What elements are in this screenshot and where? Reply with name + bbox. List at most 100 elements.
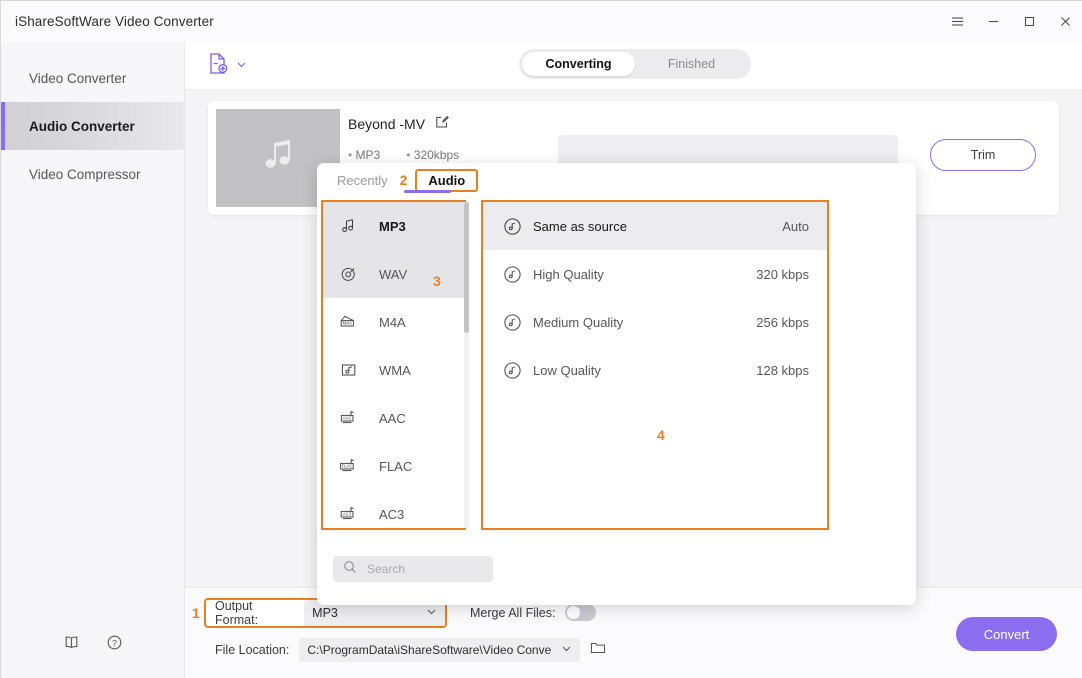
maximize-button[interactable]: [1011, 1, 1047, 42]
format-label: AAC: [379, 410, 406, 426]
help-icon[interactable]: ?: [106, 634, 123, 656]
add-file-icon: [208, 52, 229, 80]
quality-label: Same as source: [533, 218, 627, 234]
meta-format: MP3: [348, 148, 381, 162]
convert-button[interactable]: Convert: [956, 617, 1057, 651]
format-label: M4A: [379, 314, 406, 330]
format-item-aac[interactable]: AAC AAC: [323, 394, 464, 442]
svg-text:?: ?: [112, 638, 117, 648]
format-label: AC3: [379, 506, 405, 522]
quality-panel: Same as source Auto High Quality 320 kbp…: [481, 200, 829, 530]
tab-converting[interactable]: Converting: [522, 52, 635, 76]
quality-rate: Auto: [782, 218, 809, 234]
marker-2: 2: [399, 172, 408, 188]
popup-tab-recently[interactable]: Recently: [333, 171, 392, 190]
ac3-icon: AC3: [337, 504, 361, 524]
music-note-icon: [255, 133, 301, 184]
quality-radio-icon: [497, 265, 527, 284]
chevron-down-icon: [426, 606, 437, 620]
format-search[interactable]: [333, 556, 493, 582]
wav-disc-icon: [337, 264, 361, 284]
quality-item-same-as-source[interactable]: Same as source Auto: [483, 202, 827, 250]
quality-label: High Quality: [533, 266, 604, 282]
add-file-button[interactable]: [208, 52, 247, 80]
quality-rate: 320 kbps: [756, 266, 809, 282]
file-name-row: Beyond -MV: [348, 115, 449, 132]
merge-label: Merge All Files:: [470, 605, 556, 620]
sidebar-item-label: Video Compressor: [29, 166, 141, 182]
marker-3: 3: [433, 273, 441, 289]
sidebar-item-video-compressor[interactable]: Video Compressor: [1, 150, 184, 198]
menu-button[interactable]: [939, 1, 975, 42]
title-bar: iShareSoftWare Video Converter: [1, 1, 1082, 42]
chevron-down-icon: [561, 643, 572, 657]
file-location-value: C:\ProgramData\iShareSoftware\Video Conv…: [307, 643, 552, 657]
quality-label: Low Quality: [533, 362, 601, 378]
app-title: iShareSoftWare Video Converter: [15, 14, 214, 29]
quality-rate: 256 kbps: [756, 314, 809, 330]
quality-item-low[interactable]: Low Quality 128 kbps: [483, 346, 827, 394]
mp3-note-icon: [337, 216, 361, 236]
file-meta: MP3 320kbps: [348, 148, 460, 162]
status-tabs: Converting Finished: [519, 49, 751, 79]
sidebar-item-label: Video Converter: [29, 70, 127, 86]
popup-tab-audio[interactable]: Audio: [415, 168, 479, 192]
close-button[interactable]: [1047, 1, 1082, 42]
svg-text:AC3: AC3: [343, 512, 352, 517]
search-input[interactable]: [367, 562, 477, 576]
file-location-group: File Location: C:\ProgramData\iShareSoft…: [215, 638, 606, 662]
sidebar: Video Converter Audio Converter Video Co…: [1, 42, 185, 678]
quality-item-high[interactable]: High Quality 320 kbps: [483, 250, 827, 298]
sidebar-item-label: Audio Converter: [29, 118, 135, 134]
wma-icon: [337, 360, 361, 380]
output-format-label: Output Format:: [215, 599, 259, 627]
format-item-mp3[interactable]: MP3: [323, 202, 464, 250]
file-location-select[interactable]: C:\ProgramData\iShareSoftware\Video Conv…: [299, 638, 581, 662]
m4a-icon: M4A: [337, 312, 361, 332]
sidebar-item-audio-converter[interactable]: Audio Converter: [1, 102, 184, 150]
trim-button[interactable]: Trim: [930, 139, 1036, 171]
quality-radio-icon: [497, 313, 527, 332]
format-item-ac3[interactable]: AC3 AC3: [323, 490, 464, 528]
quality-radio-icon: [497, 217, 527, 236]
folder-icon[interactable]: [590, 640, 606, 660]
merge-toggle[interactable]: [565, 604, 597, 621]
app-window: iShareSoftWare Video Converter Video Con…: [0, 0, 1082, 678]
svg-text:M4A: M4A: [343, 321, 353, 326]
minimize-button[interactable]: [975, 1, 1011, 42]
format-item-wav[interactable]: WAV: [323, 250, 464, 298]
chevron-down-icon: [236, 57, 247, 75]
format-item-wma[interactable]: WMA: [323, 346, 464, 394]
format-item-m4a[interactable]: M4A M4A: [323, 298, 464, 346]
format-label: WMA: [379, 362, 411, 378]
quality-rate: 128 kbps: [756, 362, 809, 378]
window-controls: [939, 1, 1082, 42]
svg-text:FLAC: FLAC: [342, 464, 353, 469]
audio-tab-underline: [404, 190, 451, 193]
format-label: FLAC: [379, 458, 413, 474]
marker-4: 4: [657, 427, 665, 443]
file-name: Beyond -MV: [348, 115, 426, 132]
format-label: MP3: [379, 218, 406, 234]
meta-bitrate: 320kbps: [406, 148, 459, 162]
format-label: WAV: [379, 266, 408, 282]
file-format-selector[interactable]: [558, 135, 898, 165]
sidebar-item-video-converter[interactable]: Video Converter: [1, 54, 184, 102]
format-popup: Recently 2 Audio MP3 WAV M4A M4A WMA AAC…: [317, 163, 916, 605]
toolbar: Converting Finished: [185, 42, 1082, 90]
quality-radio-icon: [497, 361, 527, 380]
output-format-value: MP3: [312, 606, 338, 620]
book-icon[interactable]: [63, 634, 80, 656]
quality-item-medium[interactable]: Medium Quality 256 kbps: [483, 298, 827, 346]
format-list[interactable]: MP3 WAV M4A M4A WMA AAC AAC FLAC FLAC AC…: [321, 200, 466, 530]
quality-label: Medium Quality: [533, 314, 624, 330]
tab-finished[interactable]: Finished: [635, 52, 748, 76]
format-item-flac[interactable]: FLAC FLAC: [323, 442, 464, 490]
merge-all-files-group: Merge All Files:: [470, 604, 597, 621]
format-list-scrollbar-thumb[interactable]: [464, 202, 469, 333]
file-location-label: File Location:: [215, 643, 290, 657]
svg-text:AAC: AAC: [343, 416, 352, 421]
aac-icon: AAC: [337, 408, 361, 428]
flac-icon: FLAC: [337, 456, 361, 476]
edit-icon[interactable]: [435, 115, 449, 132]
